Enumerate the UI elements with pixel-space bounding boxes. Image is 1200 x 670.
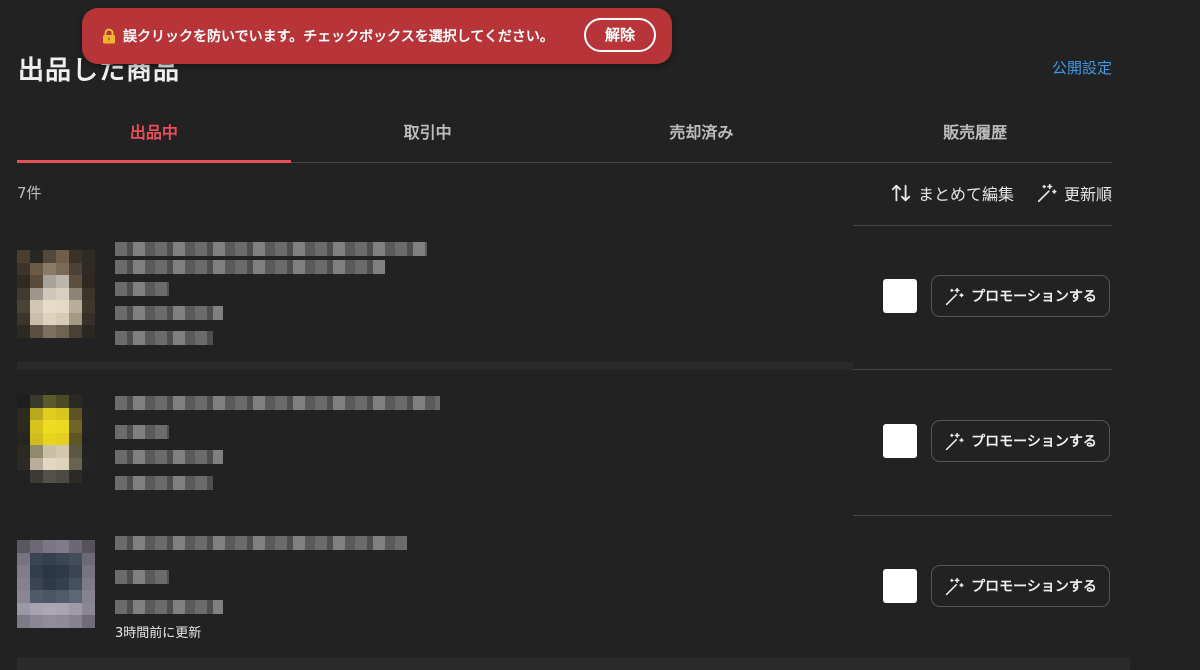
release-button[interactable]: 解除: [584, 18, 656, 52]
publish-settings-link[interactable]: 公開設定: [1052, 57, 1112, 78]
bulk-edit-label: まとめて編集: [917, 185, 1014, 204]
item-meta-blurred: [115, 476, 213, 490]
misclick-guard-toast: 誤クリックを防いでいます。チェックボックスを選択してください。 解除: [82, 8, 672, 64]
promote-label: プロモーションする: [971, 289, 1097, 305]
list-footer: [17, 658, 1130, 670]
item-meta-blurred: [115, 331, 213, 345]
item-meta-blurred: [115, 450, 223, 464]
tab-sales-history[interactable]: 販売履歴: [838, 110, 1112, 162]
sort-arrows-icon: [891, 184, 911, 202]
tab-bar: 出品中 取引中 売却済み 販売履歴: [17, 110, 1112, 163]
item-checkbox[interactable]: [883, 569, 917, 603]
tab-listing[interactable]: 出品中: [17, 110, 291, 163]
tab-in-progress[interactable]: 取引中: [291, 110, 565, 162]
sort-label: 更新順: [1063, 185, 1112, 204]
sort-button[interactable]: 更新順: [1036, 181, 1112, 205]
item-title-blurred: [115, 260, 385, 274]
item-updated-time: 3時間前に更新: [115, 626, 202, 641]
sparkle-wand-icon: [945, 577, 964, 595]
sparkle-wand-icon: [945, 287, 964, 305]
item-price-blurred: [115, 425, 169, 439]
item-title-blurred: [115, 536, 407, 550]
row-separator: [17, 362, 853, 370]
item-count: 7件: [17, 184, 42, 202]
item-thumbnail: [17, 250, 95, 338]
item-title-blurred: [115, 242, 427, 256]
promote-button[interactable]: プロモーションする: [931, 420, 1110, 462]
item-thumbnail: [17, 540, 95, 628]
item-checkbox[interactable]: [883, 424, 917, 458]
promote-button[interactable]: プロモーションする: [931, 565, 1110, 607]
page: 出品した商品 公開設定 出品中 取引中 売却済み 販売履歴 7件 まとめて編集 …: [0, 0, 1200, 670]
tab-sold[interactable]: 売却済み: [565, 110, 839, 162]
item-checkbox[interactable]: [883, 279, 917, 313]
promote-button[interactable]: プロモーションする: [931, 275, 1110, 317]
promote-label: プロモーションする: [971, 579, 1097, 595]
item-price-blurred: [115, 282, 169, 296]
promote-label: プロモーションする: [971, 434, 1097, 450]
item-meta-blurred: [115, 600, 223, 614]
sparkle-wand-icon: [1037, 183, 1057, 203]
toast-message: 誤クリックを防いでいます。チェックボックスを選択してください。: [123, 29, 554, 45]
sparkle-wand-icon: [945, 432, 964, 450]
item-meta-blurred: [115, 306, 223, 320]
lock-icon: [103, 28, 115, 44]
list-tools: まとめて編集 更新順: [890, 181, 1112, 205]
list-item: プロモーションする: [17, 225, 1112, 370]
bulk-edit-button[interactable]: まとめて編集: [890, 181, 1014, 205]
item-thumbnail: [17, 395, 95, 483]
item-title-blurred: [115, 396, 440, 410]
list-item: プロモーションする: [17, 370, 1112, 515]
item-price-blurred: [115, 570, 169, 584]
